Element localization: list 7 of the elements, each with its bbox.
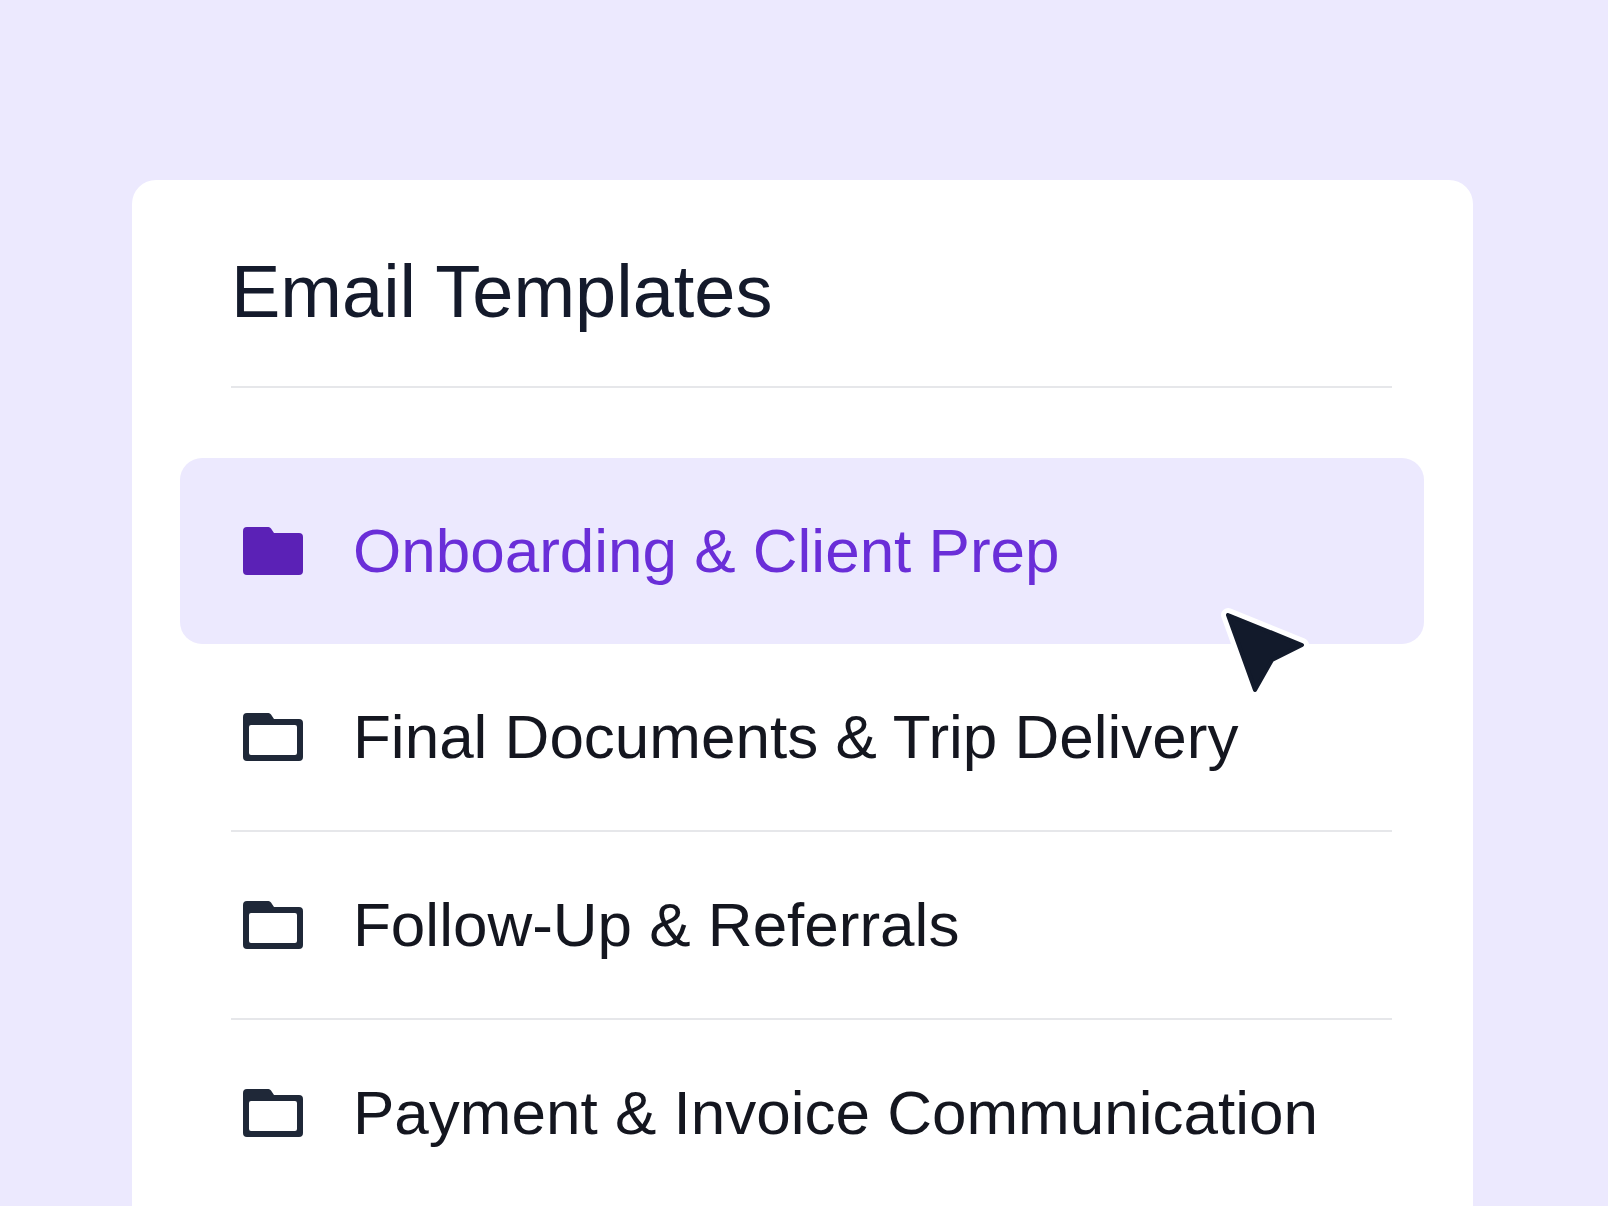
folder-outline-icon	[243, 713, 303, 761]
folder-icon	[243, 527, 303, 575]
folder-outline-icon	[243, 901, 303, 949]
folder-item[interactable]: Payment & Invoice Communication	[180, 1020, 1424, 1206]
folder-item[interactable]: Onboarding & Client Prep	[180, 458, 1424, 644]
folder-outline-icon	[243, 1089, 303, 1137]
folder-item[interactable]: Follow-Up & Referrals	[180, 832, 1424, 1018]
